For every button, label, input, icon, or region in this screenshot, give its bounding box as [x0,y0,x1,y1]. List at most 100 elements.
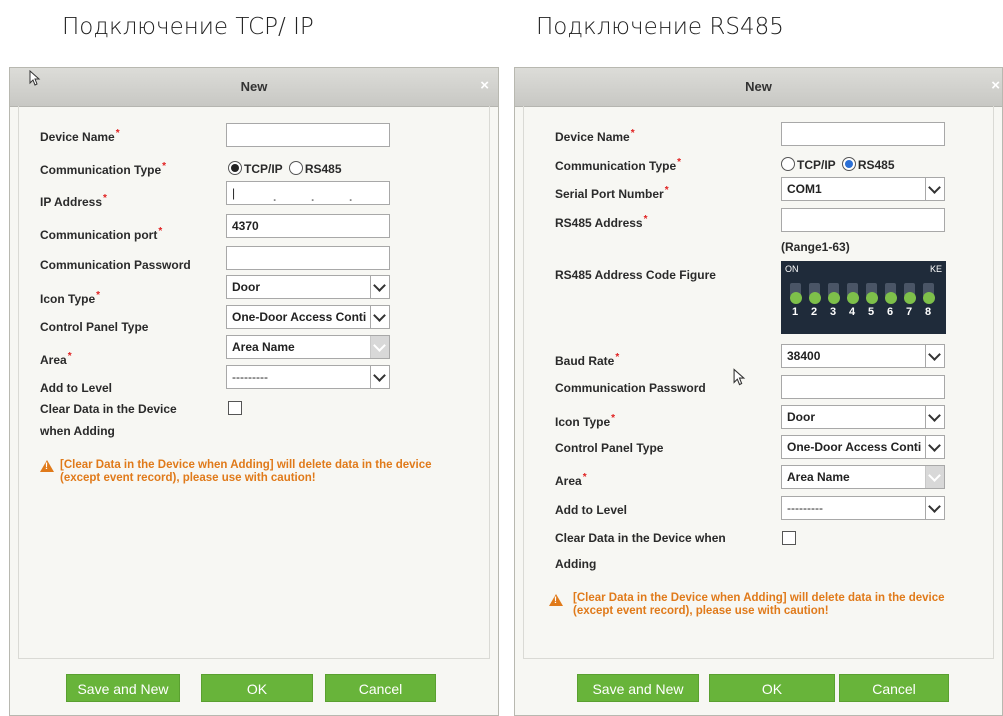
mouse-cursor-icon [733,368,746,386]
control-panel-type-label: Control Panel Type [555,441,664,455]
mouse-cursor-icon [29,70,41,86]
ip-separator: . [273,190,277,204]
dip-number: 4 [849,306,856,318]
chevron-down-icon[interactable] [370,276,389,298]
add-to-level-select[interactable]: --------- [781,496,945,520]
save-and-new-button[interactable]: Save and New [66,674,180,702]
add-to-level-select[interactable]: --------- [226,365,390,389]
ip-caret: | [232,186,236,200]
device-name-input[interactable] [781,122,945,146]
rs485-new-device-dialog: New × Device Name* Communication Type* T… [514,67,1003,716]
icon-type-select[interactable]: Door [226,275,390,299]
rs485-section-heading: Подключение RS485 [536,14,784,40]
chevron-down-icon[interactable] [925,178,944,200]
ip-address-label: IP Address* [40,193,107,209]
ip-separator: . [311,190,315,204]
serial-port-number-select[interactable]: COM1 [781,177,945,201]
dip-led [847,292,859,304]
dip-number: 3 [830,306,837,318]
icon-type-value: Door [787,410,815,424]
cancel-button[interactable]: Cancel [325,674,436,702]
rs485-address-label: RS485 Address* [555,214,648,230]
control-panel-type-label: Control Panel Type [40,320,149,334]
chevron-down-icon[interactable] [370,366,389,388]
rs485-radio-label: RS485 [857,158,895,172]
ok-button[interactable]: OK [201,674,313,702]
dip-number: 1 [792,306,799,318]
dialog-titlebar[interactable]: New × [10,68,498,107]
control-panel-type-value: One-Door Access Conti [787,440,922,454]
device-name-label: Device Name* [40,128,120,144]
ok-button[interactable]: OK [709,674,835,702]
chevron-down-icon[interactable] [925,406,944,428]
area-value: Area Name [232,340,295,354]
serial-port-value: COM1 [787,182,822,196]
dip-led [809,292,821,304]
ip-address-input[interactable]: | . . . [226,181,390,205]
chevron-down-icon[interactable] [370,336,389,358]
dialog-titlebar[interactable]: New × [515,68,1002,107]
communication-type-radio-group: TCP/IP RS485 [781,157,895,172]
baud-rate-select[interactable]: 38400 [781,344,945,368]
close-icon[interactable]: × [991,77,1000,94]
communication-port-input[interactable]: 4370 [226,214,390,238]
chevron-down-icon[interactable] [925,466,944,488]
icon-type-label: Icon Type* [555,413,616,429]
area-value: Area Name [787,470,850,484]
rs485-radio[interactable] [841,157,856,171]
dip-number: 8 [925,306,932,318]
dip-number: 6 [887,306,894,318]
rs485-radio[interactable] [288,161,303,175]
communication-password-label: Communication Password [40,258,191,272]
communication-port-label: Communication port* [40,226,163,242]
communication-type-label: Communication Type* [40,161,167,177]
ip-separator: . [349,190,353,204]
warning-line2: (except event record), please use with c… [60,472,316,484]
area-select[interactable]: Area Name [226,335,390,359]
tcpip-radio[interactable] [781,157,795,171]
cancel-button[interactable]: Cancel [839,674,949,702]
icon-type-value: Door [232,280,260,294]
dip-led [923,292,935,304]
communication-password-input[interactable] [781,375,945,399]
tcp-new-device-dialog: New × Device Name* Communication Type* T… [9,67,499,716]
rs485-range-hint: (Range1-63) [781,240,850,254]
dip-led [866,292,878,304]
device-name-input[interactable] [226,123,390,147]
control-panel-type-select[interactable]: One-Door Access Conti [781,435,945,459]
chevron-down-icon[interactable] [925,345,944,367]
clear-data-checkbox[interactable] [782,531,796,545]
dialog-title: New [240,79,268,94]
serial-port-number-label: Serial Port Number* [555,185,669,201]
close-icon[interactable]: × [480,77,489,94]
add-to-level-label: Add to Level [555,503,628,517]
add-to-level-label: Add to Level [40,381,113,395]
warning-icon [549,594,563,606]
tcp-section-heading: Подключение TCP/ IP [62,14,314,40]
clear-data-checkbox[interactable] [228,401,242,415]
add-to-level-value: --------- [787,501,823,515]
area-label: Area* [555,472,587,488]
communication-password-label: Communication Password [555,381,706,395]
area-select[interactable]: Area Name [781,465,945,489]
dip-number: 5 [868,306,875,318]
dialog-title: New [745,79,772,94]
rs485-address-code-figure-label: RS485 Address Code Figure [555,268,716,282]
control-panel-type-select[interactable]: One-Door Access Conti [226,305,390,329]
dialog-footer: Save and New OK Cancel [515,659,1002,715]
dip-led [904,292,916,304]
tcpip-radio[interactable] [228,161,242,175]
warning-message: [Clear Data in the Device when Adding] w… [60,459,432,485]
clear-data-label-line2: when Adding [40,424,115,438]
communication-password-input[interactable] [226,246,390,270]
rs485-address-input[interactable] [781,208,945,232]
chevron-down-icon[interactable] [925,497,944,519]
save-and-new-button[interactable]: Save and New [577,674,699,702]
area-label: Area* [40,351,72,367]
icon-type-select[interactable]: Door [781,405,945,429]
clear-data-label-line1: Clear Data in the Device when [555,531,726,545]
chevron-down-icon[interactable] [370,306,389,328]
warning-line1: [Clear Data in the Device when Adding] w… [573,592,945,604]
tcpip-radio-label: TCP/IP [797,158,836,172]
chevron-down-icon[interactable] [925,436,944,458]
